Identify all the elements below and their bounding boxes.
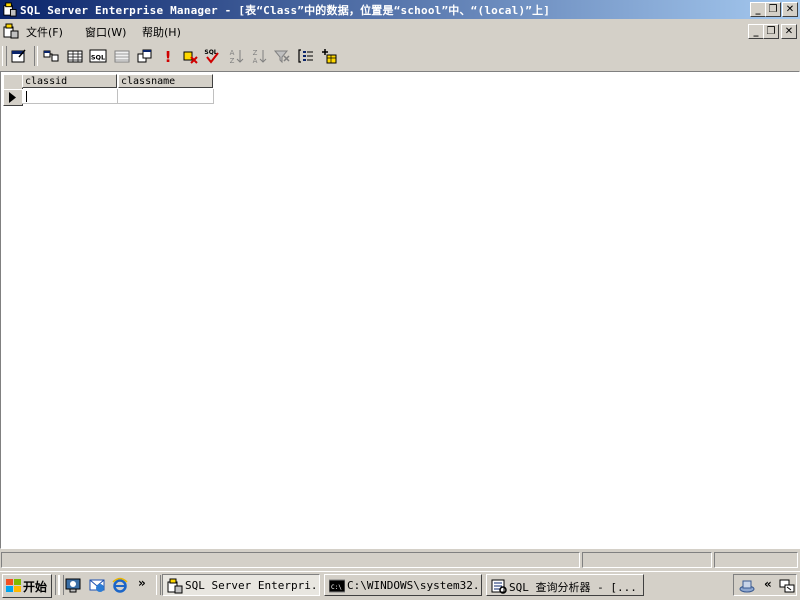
group-by-icon[interactable] bbox=[297, 47, 315, 65]
taskbar: 开始 » SQL Server Enterpri... C:\ C:\WINDO… bbox=[0, 571, 800, 600]
menu-help[interactable]: 帮助(H) bbox=[142, 24, 181, 40]
column-header-classid[interactable]: classid bbox=[22, 74, 117, 88]
row-selector[interactable] bbox=[3, 89, 23, 106]
properties-icon[interactable] bbox=[10, 47, 28, 65]
tasks-grip[interactable] bbox=[156, 575, 161, 595]
restore-button[interactable]: ❐ bbox=[765, 2, 781, 17]
toolbar: SQL ! SQL A Z Z A bbox=[0, 43, 800, 69]
query-analyzer-icon bbox=[491, 579, 507, 594]
mdi-restore-button[interactable]: ❐ bbox=[763, 24, 779, 39]
network-connection-icon[interactable] bbox=[779, 578, 795, 594]
sort-ascending-icon[interactable]: A Z bbox=[227, 47, 245, 65]
show-sql-pane-icon[interactable]: SQL bbox=[89, 47, 107, 65]
show-desktop-icon[interactable] bbox=[65, 577, 81, 593]
title-bar[interactable]: SQL Server Enterprise Manager - [表“Class… bbox=[0, 0, 800, 19]
system-tray: « bbox=[733, 574, 797, 596]
minimize-button[interactable]: _ bbox=[750, 2, 766, 17]
verify-sql-icon[interactable]: SQL bbox=[203, 47, 221, 65]
quicklaunch-grip[interactable] bbox=[59, 575, 64, 595]
cancel-query-icon[interactable] bbox=[181, 47, 199, 65]
column-header-classname[interactable]: classname bbox=[118, 74, 213, 88]
task-label: SQL Server Enterpri... bbox=[185, 579, 320, 592]
task-enterprise-manager[interactable]: SQL Server Enterpri... bbox=[162, 574, 320, 596]
svg-text:C:\: C:\ bbox=[331, 584, 342, 591]
internet-explorer-icon[interactable] bbox=[112, 577, 128, 593]
results-grid-area[interactable]: classid classname bbox=[0, 71, 800, 549]
cell-classid[interactable] bbox=[22, 89, 118, 104]
document-window-icon[interactable] bbox=[3, 23, 19, 39]
svg-text:!: ! bbox=[165, 48, 172, 65]
menu-bar: 文件(F) 窗口(W) 帮助(H) _ ❐ ✕ bbox=[0, 21, 800, 41]
svg-text:SQL: SQL bbox=[91, 54, 105, 62]
windows-logo-icon bbox=[6, 579, 21, 592]
menu-window[interactable]: 窗口(W) bbox=[85, 24, 126, 40]
tray-chevron[interactable]: « bbox=[764, 577, 772, 591]
status-pane-2 bbox=[582, 552, 712, 568]
svg-text:A: A bbox=[253, 57, 258, 65]
text-caret bbox=[26, 91, 27, 102]
task-command-prompt[interactable]: C:\ C:\WINDOWS\system32... bbox=[324, 574, 482, 596]
enterprise-manager-icon bbox=[167, 578, 183, 594]
quicklaunch-chevron[interactable]: » bbox=[138, 576, 146, 590]
cell-classname[interactable] bbox=[118, 89, 214, 104]
status-bar bbox=[0, 550, 800, 570]
sort-descending-icon[interactable]: Z A bbox=[250, 47, 268, 65]
toolbar-separator bbox=[34, 46, 38, 66]
svg-text:Z: Z bbox=[230, 57, 235, 65]
task-label: C:\WINDOWS\system32... bbox=[347, 579, 482, 592]
toolbar-grip[interactable] bbox=[2, 46, 7, 66]
task-label: SQL 查询分析器 - [... bbox=[509, 581, 637, 594]
start-button[interactable]: 开始 bbox=[2, 574, 52, 598]
add-table-icon[interactable] bbox=[320, 47, 338, 65]
grid-select-all-corner[interactable] bbox=[3, 74, 23, 90]
menu-file[interactable]: 文件(F) bbox=[26, 24, 63, 40]
window-title: SQL Server Enterprise Manager - [表“Class… bbox=[20, 4, 551, 17]
show-results-pane-icon[interactable] bbox=[113, 47, 131, 65]
svg-text:A: A bbox=[230, 49, 235, 57]
status-pane-3 bbox=[714, 552, 798, 568]
status-pane-main bbox=[1, 552, 580, 568]
run-icon[interactable]: ! bbox=[159, 47, 177, 65]
outlook-express-icon[interactable] bbox=[89, 577, 105, 593]
start-label: 开始 bbox=[23, 580, 48, 594]
show-diagram-pane-icon[interactable] bbox=[42, 47, 60, 65]
show-grid-pane-icon[interactable] bbox=[66, 47, 84, 65]
mdi-minimize-button[interactable]: _ bbox=[748, 24, 764, 39]
remove-filter-icon[interactable] bbox=[273, 47, 291, 65]
sql-service-manager-icon[interactable] bbox=[739, 578, 755, 594]
command-prompt-icon: C:\ bbox=[329, 579, 345, 593]
enterprise-manager-icon[interactable] bbox=[2, 2, 17, 17]
mdi-close-button[interactable]: ✕ bbox=[781, 24, 797, 39]
close-button[interactable]: ✕ bbox=[782, 2, 798, 17]
current-row-arrow-icon bbox=[9, 92, 16, 103]
change-query-type-icon[interactable] bbox=[136, 47, 154, 65]
task-query-analyzer[interactable]: SQL 查询分析器 - [... bbox=[486, 574, 644, 596]
svg-text:Z: Z bbox=[253, 49, 258, 57]
